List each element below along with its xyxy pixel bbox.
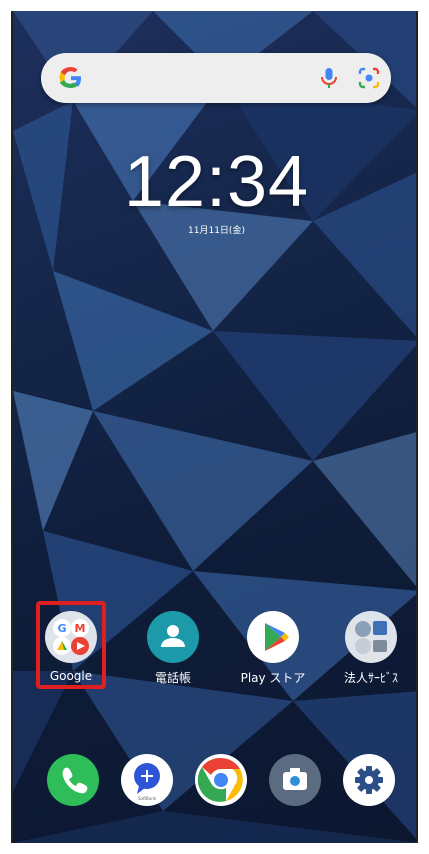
chrome-icon[interactable] — [195, 754, 247, 806]
highlight-box — [36, 601, 106, 689]
clock-time[interactable]: 12:34 — [13, 141, 416, 223]
wallpaper — [13, 11, 416, 843]
home-screen: 12:34 11月11日(金) G M Google 電話帳 Play ストア … — [11, 11, 418, 843]
app-label-play-store: Play ストア — [240, 671, 306, 685]
business-services-folder-icon — [345, 611, 397, 663]
dock: SoftBank — [13, 754, 416, 814]
softbank-message-icon[interactable]: SoftBank — [121, 754, 173, 806]
contacts-icon — [147, 611, 199, 663]
app-business-services-folder[interactable]: 法人ｻｰﾋﾞｽ — [333, 611, 409, 686]
page-frame: 12:34 11月11日(金) G M Google 電話帳 Play ストア … — [0, 0, 429, 854]
softbank-sublabel: SoftBank — [138, 796, 157, 801]
camera-icon[interactable] — [269, 754, 321, 806]
app-label-contacts: 電話帳 — [154, 671, 191, 685]
lens-icon[interactable] — [356, 65, 382, 91]
mic-icon[interactable] — [316, 65, 342, 91]
google-logo-icon — [59, 67, 81, 88]
app-play-store[interactable]: Play ストア — [235, 611, 311, 686]
app-label-business-services: 法人ｻｰﾋﾞｽ — [343, 671, 398, 685]
settings-gear-icon[interactable] — [343, 754, 395, 806]
play-store-icon — [247, 611, 299, 663]
app-contacts[interactable]: 電話帳 — [135, 611, 211, 686]
phone-icon[interactable] — [47, 754, 99, 806]
google-search-bar[interactable] — [41, 53, 391, 103]
clock-date: 11月11日(金) — [188, 226, 245, 236]
